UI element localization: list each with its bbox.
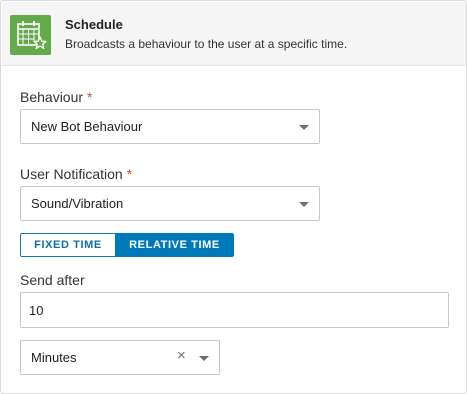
send-after-input[interactable]: 10 — [20, 292, 449, 328]
behaviour-label-text: Behaviour — [20, 89, 84, 105]
notification-select-value: Sound/Vibration — [31, 196, 124, 211]
required-asterisk: * — [126, 166, 133, 182]
behaviour-select[interactable]: New Bot Behaviour — [20, 109, 320, 144]
chevron-down-icon[interactable] — [199, 356, 209, 361]
calendar-star-icon — [10, 15, 51, 55]
notification-label-text: User Notification — [20, 166, 123, 182]
relative-time-button[interactable]: RELATIVE TIME — [115, 233, 234, 257]
chevron-down-icon — [299, 125, 309, 130]
panel-header: Schedule Broadcasts a behaviour to the u… — [2, 2, 466, 66]
clear-icon[interactable]: × — [177, 347, 186, 364]
time-mode-toggle: FIXED TIME RELATIVE TIME — [20, 233, 234, 257]
fixed-time-button[interactable]: FIXED TIME — [20, 233, 115, 257]
notification-label: User Notification * — [20, 166, 132, 182]
panel-subtitle: Broadcasts a behaviour to the user at a … — [65, 37, 348, 51]
behaviour-label: Behaviour * — [20, 89, 93, 105]
send-after-label: Send after — [20, 272, 85, 288]
required-asterisk: * — [87, 89, 93, 105]
schedule-panel: Schedule Broadcasts a behaviour to the u… — [0, 0, 467, 394]
chevron-down-icon — [299, 202, 309, 207]
notification-select[interactable]: Sound/Vibration — [20, 186, 320, 221]
behaviour-select-value: New Bot Behaviour — [31, 119, 143, 134]
send-after-value: 10 — [29, 303, 44, 318]
time-unit-value: Minutes — [31, 350, 77, 365]
time-unit-select[interactable]: Minutes × — [20, 340, 220, 375]
panel-title: Schedule — [65, 17, 123, 32]
